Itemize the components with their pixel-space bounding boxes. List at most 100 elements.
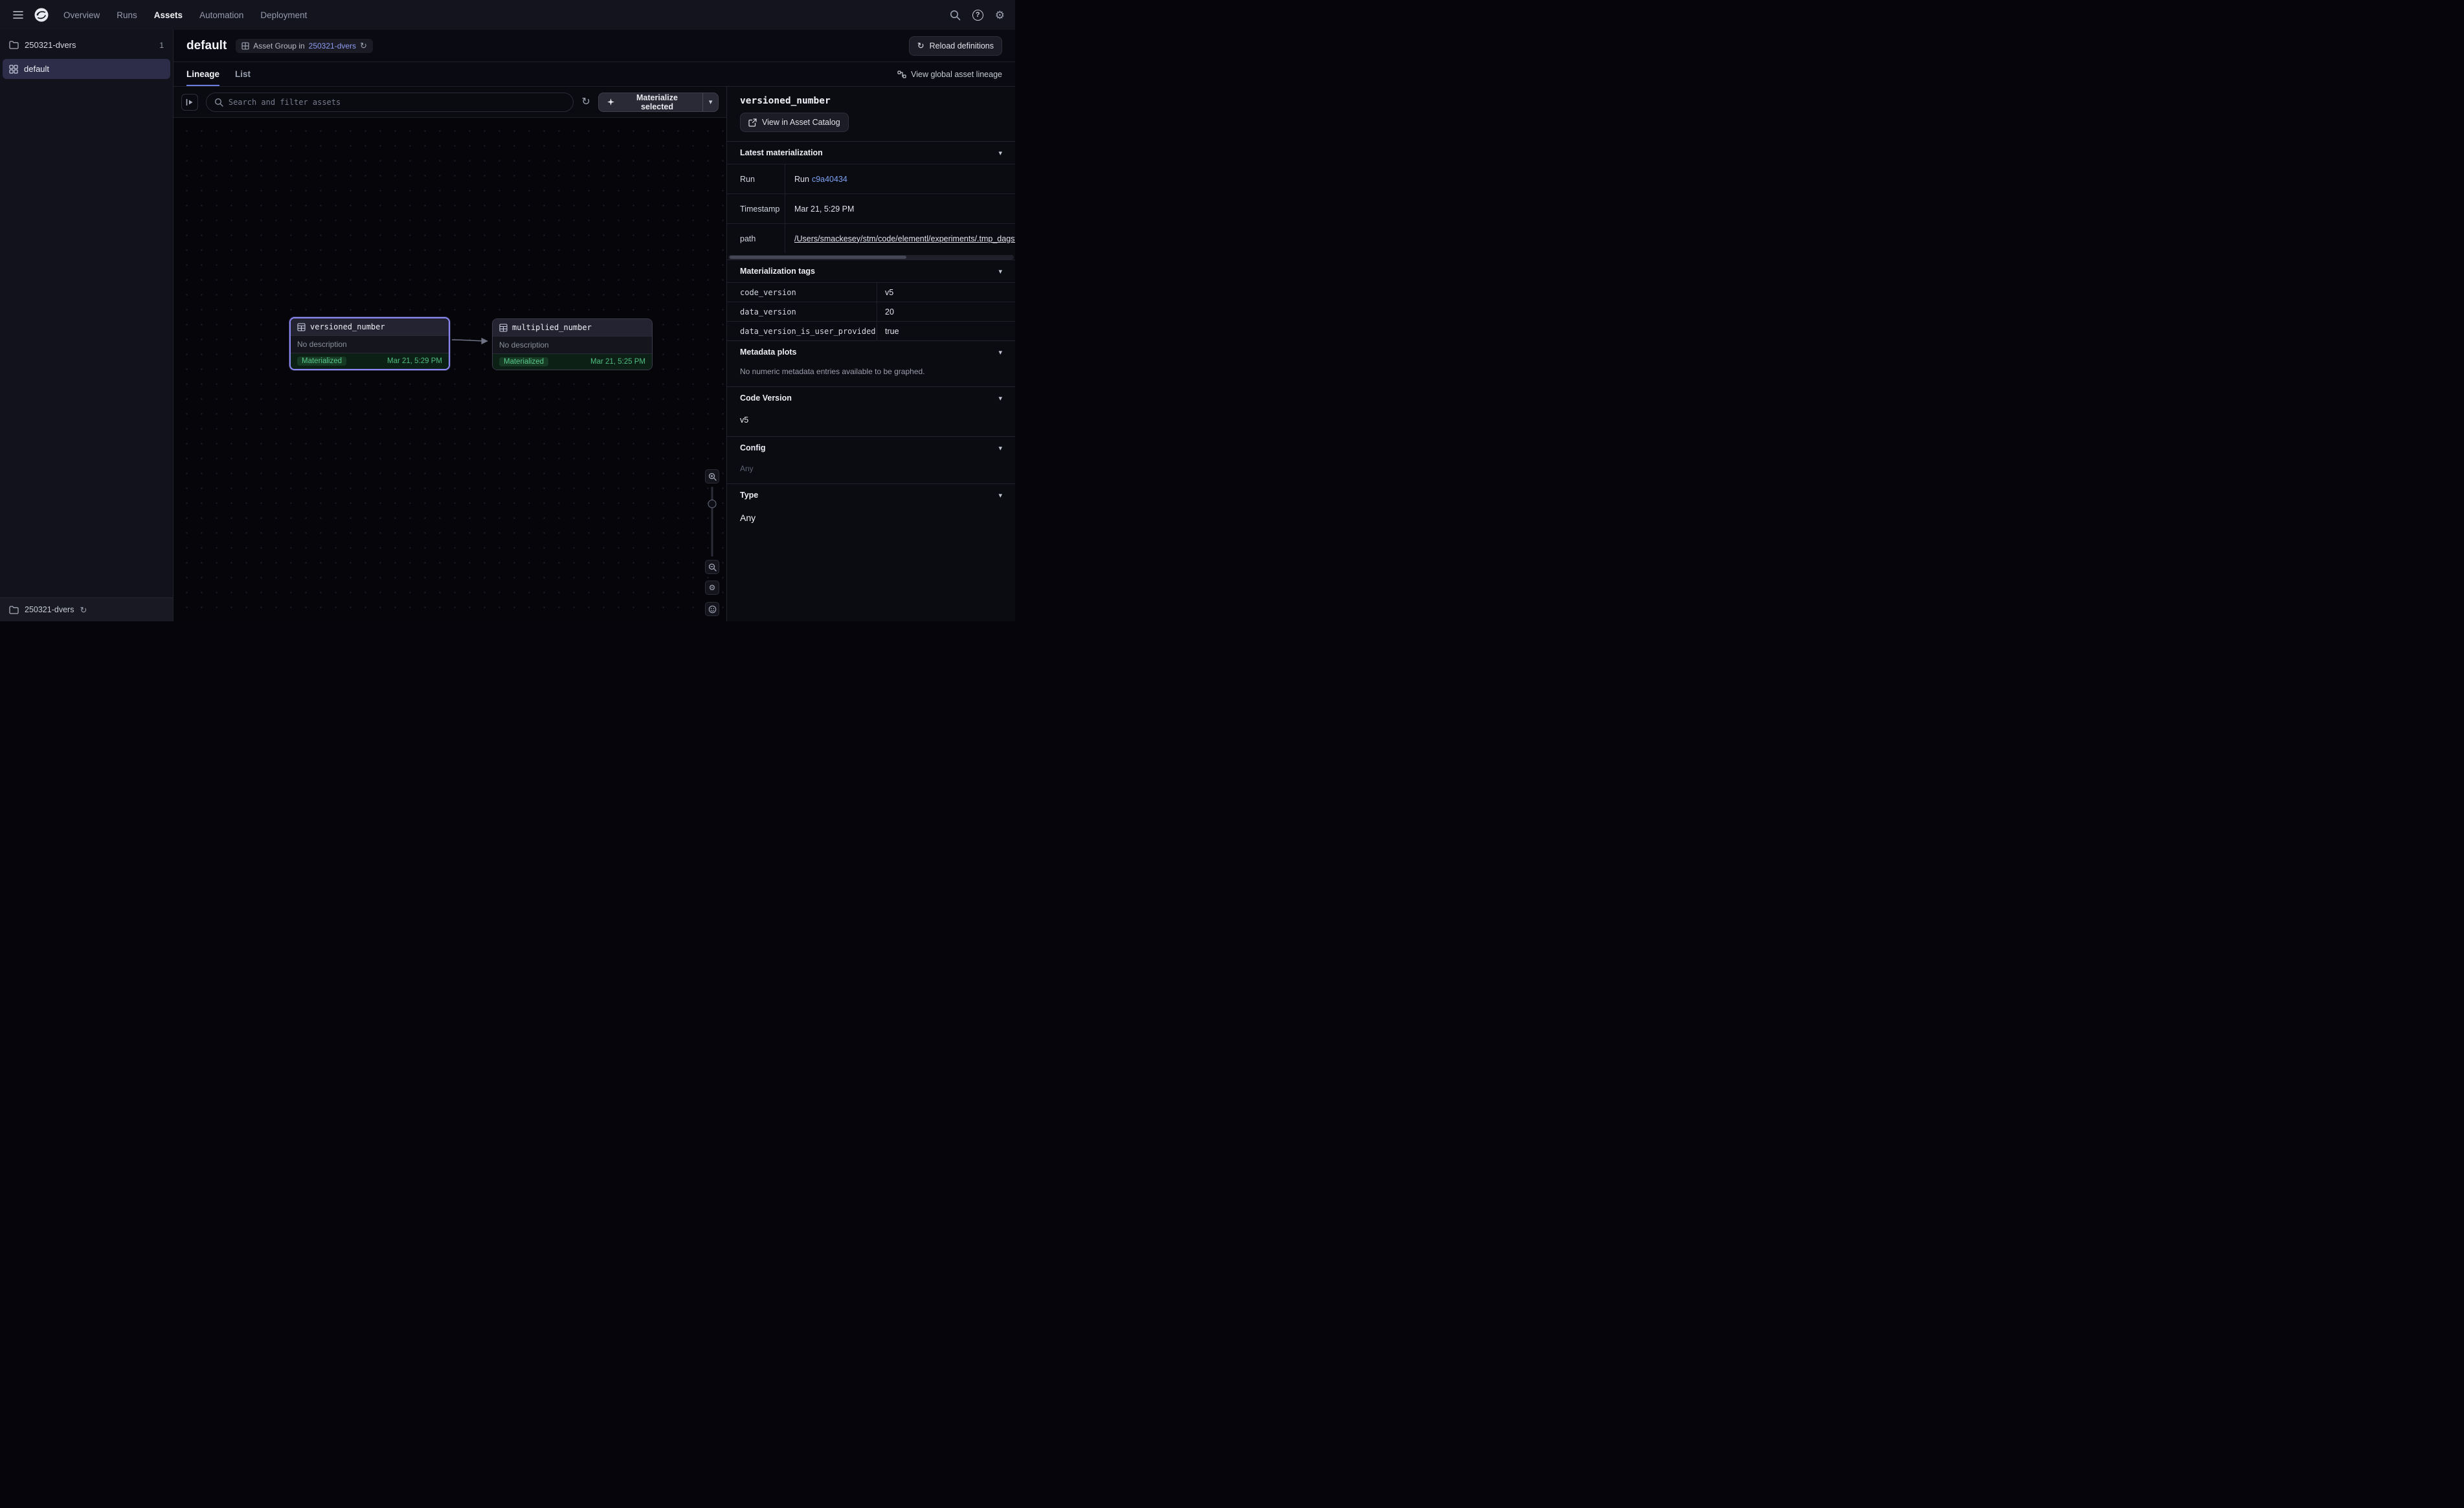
app-shell: 250321-dvers 1 default 250321-dvers ↻ de… (0, 30, 1015, 621)
main-content: default Asset Group in 250321-dvers ↻ ↻ … (174, 30, 1015, 621)
asset-node-versioned-number[interactable]: versioned_number No description Material… (289, 317, 450, 370)
badge-prefix: Asset Group in (253, 41, 304, 50)
nav-item-deployment[interactable]: Deployment (260, 10, 307, 20)
feedback-face-icon[interactable] (705, 602, 719, 616)
section-heading: Config (740, 443, 766, 452)
metadata-plots-empty-text: No numeric metadata entries available to… (727, 363, 1015, 386)
section-materialization-tags[interactable]: Materialization tags ▾ (727, 260, 1015, 282)
materialization-timestamp: Mar 21, 5:25 PM (590, 358, 645, 366)
view-global-asset-lineage-link[interactable]: View global asset lineage (897, 62, 1002, 86)
section-config[interactable]: Config ▾ (727, 436, 1015, 459)
hamburger-menu-icon[interactable] (10, 7, 26, 23)
toggle-sidebar-panel-icon[interactable] (181, 94, 198, 111)
sidebar-footer-label: 250321-dvers (25, 605, 74, 614)
sidebar-group-count: 1 (159, 41, 164, 50)
table-row: path /Users/smackesey/stm/code/elementl/… (727, 223, 1015, 253)
sidebar-group-row[interactable]: 250321-dvers 1 (0, 30, 173, 58)
path-link[interactable]: /Users/smackesey/stm/code/elementl/exper… (794, 234, 1015, 243)
row-label: Timestamp (727, 194, 785, 223)
asset-search-box (206, 93, 574, 112)
search-icon (214, 98, 223, 107)
asset-node-multiplied-number[interactable]: multiplied_number No description Materia… (492, 318, 653, 370)
zoom-slider-handle[interactable] (708, 500, 717, 508)
section-heading: Type (740, 491, 758, 500)
section-heading: Materialization tags (740, 267, 815, 276)
materialize-selected-label: Materialize selected (620, 93, 695, 111)
table-row: data_version_is_user_provided true (727, 321, 1015, 340)
reload-definitions-button[interactable]: ↻ Reload definitions (909, 36, 1002, 56)
nav-item-automation[interactable]: Automation (199, 10, 243, 20)
top-nav: Overview Runs Assets Automation Deployme… (0, 0, 1015, 30)
materialization-timestamp: Mar 21, 5:29 PM (387, 357, 442, 365)
tag-key: data_version (727, 302, 877, 321)
search-icon[interactable] (950, 10, 961, 21)
external-link-icon (748, 118, 757, 127)
dagster-logo-icon (34, 7, 49, 23)
asset-node-name: multiplied_number (512, 323, 592, 332)
section-code-version[interactable]: Code Version ▾ (727, 386, 1015, 409)
asset-table-icon (297, 323, 306, 331)
nav-item-overview[interactable]: Overview (63, 10, 100, 20)
type-value: Any (727, 506, 1015, 529)
section-heading: Latest materialization (740, 148, 823, 157)
zoom-slider-track (711, 487, 713, 557)
badge-group-link[interactable]: 250321-dvers (309, 41, 356, 50)
asset-node-header: versioned_number (291, 318, 449, 335)
code-version-value: v5 (727, 409, 1015, 436)
materialize-dropdown-caret[interactable]: ▾ (703, 93, 719, 112)
tag-value: 20 (877, 302, 1015, 321)
folder-icon (9, 41, 19, 49)
row-label: Run (727, 164, 785, 194)
lineage-graph-icon (897, 71, 906, 78)
view-in-asset-catalog-label: View in Asset Catalog (762, 118, 840, 127)
tab-lineage[interactable]: Lineage (186, 62, 219, 86)
folder-icon (9, 606, 19, 614)
zoom-slider[interactable] (705, 487, 719, 557)
table-row: Run Run c9a40434 (727, 164, 1015, 194)
sidebar-footer[interactable]: 250321-dvers ↻ (0, 597, 173, 621)
nav-item-assets[interactable]: Assets (154, 10, 183, 20)
view-global-asset-lineage-label: View global asset lineage (911, 70, 1002, 79)
asset-node-name: versioned_number (310, 322, 385, 331)
section-heading: Metadata plots (740, 348, 797, 357)
asset-node-header: multiplied_number (493, 319, 652, 336)
refresh-icon[interactable]: ↻ (80, 606, 87, 614)
section-metadata-plots[interactable]: Metadata plots ▾ (727, 340, 1015, 363)
zoom-out-icon[interactable] (705, 560, 719, 574)
asset-node-description: No description (493, 336, 652, 354)
settings-gear-icon[interactable]: ⚙ (995, 10, 1005, 21)
refresh-icon[interactable]: ↻ (360, 41, 367, 50)
search-input[interactable] (229, 98, 566, 107)
tab-list[interactable]: List (235, 62, 251, 86)
horizontal-scrollbar-thumb[interactable] (730, 256, 906, 259)
chevron-down-icon: ▾ (998, 491, 1002, 500)
table-row: code_version v5 (727, 282, 1015, 302)
chevron-down-icon: ▾ (998, 394, 1002, 403)
nav-item-runs[interactable]: Runs (117, 10, 137, 20)
run-id-link[interactable]: c9a40434 (812, 175, 847, 184)
chevron-down-icon: ▾ (998, 149, 1002, 157)
top-nav-actions: ? ⚙ (950, 10, 1005, 21)
tag-key: data_version_is_user_provided (727, 322, 877, 340)
sparkle-icon (607, 98, 615, 106)
tabs-row: Lineage List View global asset lineage (174, 62, 1015, 87)
graph-settings-gear-icon[interactable]: ⚙ (705, 581, 719, 595)
sidebar-item-default[interactable]: default (3, 59, 170, 79)
refresh-graph-icon[interactable]: ↻ (581, 97, 590, 107)
lineage-graph-canvas[interactable]: versioned_number No description Material… (174, 118, 726, 621)
latest-materialization-table: Run Run c9a40434 Timestamp Mar 21, 5:29 … (727, 164, 1015, 260)
graph-toolbar: ↻ Materialize selected ▾ (174, 87, 726, 118)
zoom-in-icon[interactable] (705, 469, 719, 483)
section-latest-materialization[interactable]: Latest materialization ▾ (727, 141, 1015, 164)
view-in-asset-catalog-button[interactable]: View in Asset Catalog (740, 113, 849, 132)
grid-icon (241, 42, 249, 50)
horizontal-scrollbar[interactable] (728, 255, 1014, 260)
asset-node-description: No description (291, 335, 449, 353)
chevron-down-icon: ▾ (998, 348, 1002, 357)
materialize-selected-button[interactable]: Materialize selected (598, 93, 703, 112)
section-type[interactable]: Type ▾ (727, 483, 1015, 506)
zoom-controls: ⚙ (705, 469, 719, 616)
asset-groups-sidebar: 250321-dvers 1 default 250321-dvers ↻ (0, 30, 174, 621)
help-icon[interactable]: ? (972, 10, 983, 21)
lineage-edge (450, 333, 495, 348)
